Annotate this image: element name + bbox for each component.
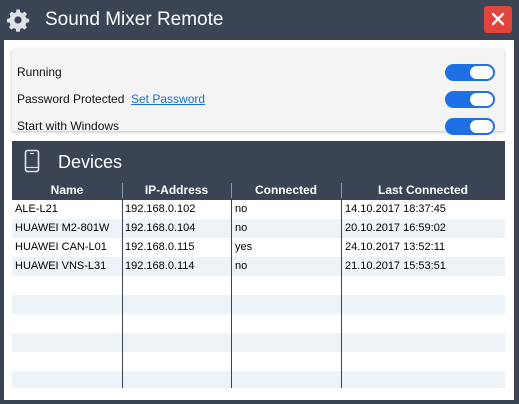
connected-cell: no: [235, 222, 248, 234]
table-row[interactable]: HUAWEI M2-801W 192.168.0.104 no 20.10.20…: [12, 219, 505, 238]
devices-title: Devices: [58, 152, 123, 172]
setting-running: Running: [12, 59, 504, 86]
setting-password: Password Protected Set Password: [12, 86, 504, 113]
empty-row: [12, 276, 505, 295]
ip-address-cell: 192.168.0.104: [125, 222, 196, 234]
column-header-connected[interactable]: Connected: [231, 181, 341, 200]
smartphone-icon: [24, 149, 40, 178]
devices-header: Devices: [12, 141, 505, 181]
running-label: Running: [17, 65, 62, 79]
connected-cell: yes: [235, 241, 253, 253]
settings-panel: Running Password Protected Set Password …: [12, 49, 504, 135]
password-toggle[interactable]: [445, 91, 495, 108]
last-connected-cell: 20.10.2017 16:59:02: [345, 222, 446, 234]
empty-row: [12, 371, 505, 388]
column-header-name[interactable]: Name: [12, 181, 122, 200]
device-name-cell: ALE-L21: [15, 203, 58, 215]
ip-address-cell: 192.168.0.114: [125, 260, 195, 272]
device-name-cell: HUAWEI CAN-L01: [15, 241, 107, 253]
connected-cell: no: [235, 203, 248, 215]
empty-row: [12, 333, 505, 352]
toggle-knob: [470, 66, 493, 79]
column-divider: [341, 183, 342, 198]
ip-address-cell: 192.168.0.102: [125, 203, 196, 215]
table-header: Name IP-Address Connected Last Connected: [12, 181, 505, 200]
connected-cell: no: [235, 260, 248, 272]
column-divider: [122, 200, 123, 388]
last-connected-cell: 14.10.2017 18:37:45: [345, 203, 446, 215]
column-header-last-connected[interactable]: Last Connected: [341, 181, 505, 200]
table-row[interactable]: ALE-L21 192.168.0.102 no 14.10.2017 18:3…: [12, 200, 505, 219]
empty-row: [12, 314, 505, 333]
password-protected-label: Password Protected: [17, 92, 125, 106]
close-button[interactable]: [484, 6, 512, 33]
app-window: Sound Mixer Remote Running Password Prot…: [0, 0, 519, 404]
table-row[interactable]: HUAWEI VNS-L31 192.168.0.114 no 21.10.20…: [12, 257, 505, 276]
empty-row: [12, 352, 505, 371]
startup-toggle[interactable]: [445, 118, 495, 135]
column-divider: [341, 200, 342, 388]
title-bar: Sound Mixer Remote: [0, 0, 519, 40]
devices-table: Name IP-Address Connected Last Connected…: [12, 181, 505, 388]
column-divider: [231, 200, 232, 388]
device-name-cell: HUAWEI M2-801W: [15, 222, 110, 234]
last-connected-cell: 24.10.2017 13:52:11: [345, 241, 446, 253]
ip-address-cell: 192.168.0.115: [125, 241, 195, 253]
column-divider: [122, 183, 123, 198]
main-content: Running Password Protected Set Password …: [4, 40, 514, 400]
toggle-knob: [470, 120, 493, 133]
empty-row: [12, 295, 505, 314]
device-name-cell: HUAWEI VNS-L31: [15, 260, 107, 272]
running-toggle[interactable]: [445, 64, 495, 81]
setting-startup: Start with Windows: [12, 113, 504, 140]
toggle-knob: [470, 93, 493, 106]
gear-icon: [6, 8, 30, 32]
window-title: Sound Mixer Remote: [45, 9, 224, 30]
last-connected-cell: 21.10.2017 15:53:51: [345, 260, 446, 272]
column-divider: [231, 183, 232, 198]
set-password-link[interactable]: Set Password: [131, 92, 205, 107]
table-row[interactable]: HUAWEI CAN-L01 192.168.0.115 yes 24.10.2…: [12, 238, 505, 257]
column-header-ip-address[interactable]: IP-Address: [122, 181, 231, 200]
start-with-windows-label: Start with Windows: [17, 119, 120, 133]
